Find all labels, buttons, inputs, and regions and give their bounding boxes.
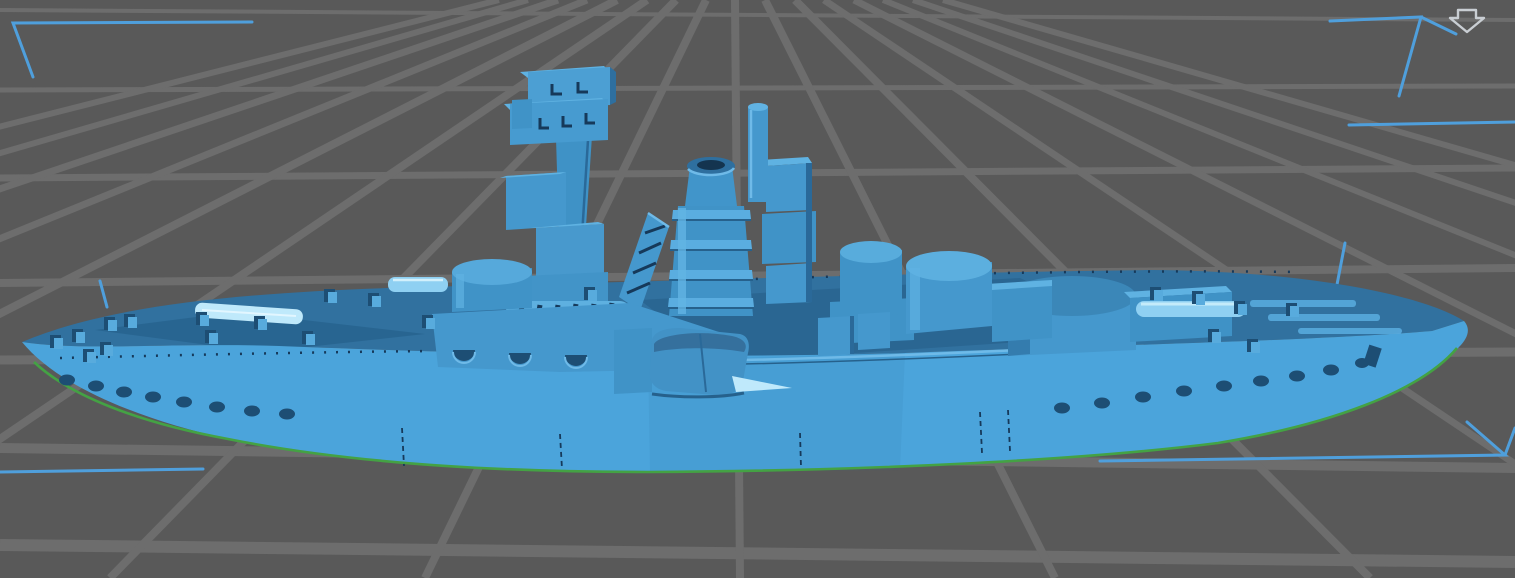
model-funnel-2 — [760, 157, 816, 304]
model-funnel-1 — [668, 157, 754, 316]
model-mainmast — [748, 103, 768, 202]
viewport-3d[interactable] — [0, 0, 1515, 578]
